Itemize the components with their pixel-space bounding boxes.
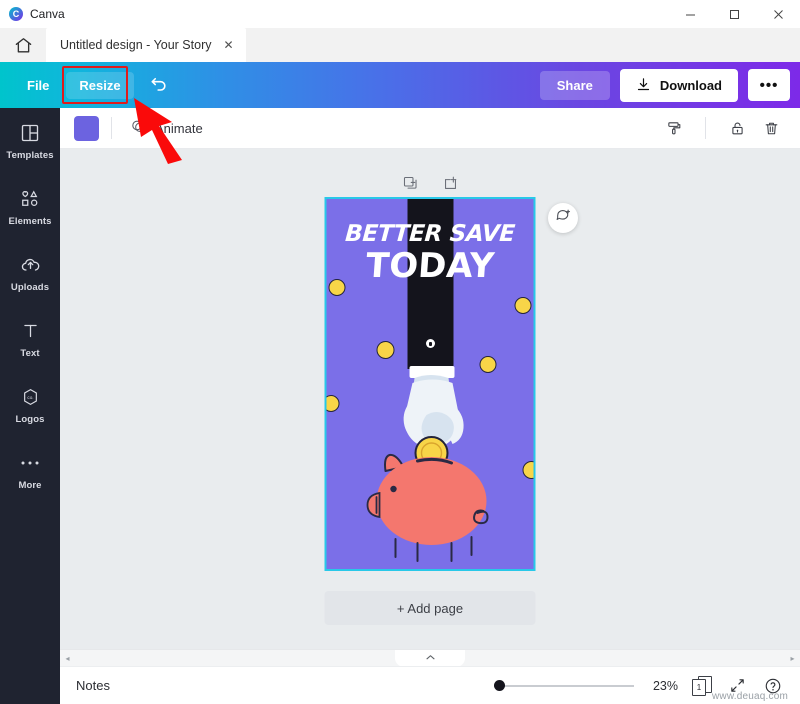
more-icon: [20, 452, 40, 474]
canva-logo-icon: C: [9, 7, 23, 21]
download-label: Download: [660, 79, 722, 92]
page-count-button[interactable]: 1: [692, 676, 712, 696]
page-number-label: 1: [692, 679, 706, 696]
collapse-panel-button[interactable]: [395, 650, 465, 667]
design-headline: BETTER SAVE TODAY: [327, 223, 534, 285]
tab-strip-empty-area: [246, 28, 800, 62]
sidebar-item-label: Templates: [6, 150, 53, 161]
toolbar-left-group: File Resize: [0, 70, 176, 100]
comment-button[interactable]: [548, 203, 578, 233]
window-controls: [668, 0, 800, 28]
tab-close-icon[interactable]: ✕: [223, 39, 233, 51]
minimize-button[interactable]: [668, 0, 712, 28]
design-canvas[interactable]: BETTER SAVE TODAY: [325, 197, 536, 571]
text-icon: [21, 320, 40, 342]
canvas-workspace: BETTER SAVE TODAY: [60, 149, 800, 649]
logos-icon: co.: [20, 386, 41, 408]
animate-label: Animate: [155, 121, 203, 136]
bottom-status-bar: Notes 23% 1: [60, 666, 800, 704]
design-artwork: BETTER SAVE TODAY: [327, 199, 534, 569]
download-button[interactable]: Download: [620, 69, 738, 102]
scrollbar-track[interactable]: [75, 650, 785, 667]
lock-icon[interactable]: [722, 113, 752, 143]
sidebar-item-uploads[interactable]: Uploads: [0, 240, 60, 306]
piggy-bank-illustration: [355, 435, 505, 563]
elements-icon: [19, 188, 41, 210]
headline-line-2: TODAY: [327, 249, 534, 285]
horizontal-scrollbar[interactable]: ◂ ▸: [60, 649, 800, 666]
sidebar-item-elements[interactable]: Elements: [0, 174, 60, 240]
scroll-left-arrow[interactable]: ◂: [60, 654, 75, 663]
toolbar-right-group: Share Download •••: [540, 62, 790, 108]
home-icon[interactable]: [0, 28, 46, 62]
duplicate-page-icon[interactable]: [400, 173, 420, 193]
window-title-bar: C Canva: [0, 0, 800, 28]
undo-icon[interactable]: [142, 70, 176, 100]
sidebar-item-templates[interactable]: Templates: [0, 108, 60, 174]
zoom-slider-handle[interactable]: [494, 680, 505, 691]
element-toolbar-actions: [659, 113, 786, 143]
animate-icon: [130, 118, 147, 138]
toolbar-divider: [111, 117, 112, 139]
maximize-button[interactable]: [712, 0, 756, 28]
chevron-up-icon: [425, 653, 436, 663]
tab-untitled-design[interactable]: Untitled design - Your Story ✕: [46, 28, 246, 62]
sidebar-item-label: Logos: [16, 414, 45, 425]
file-menu-button[interactable]: File: [14, 72, 62, 99]
watermark-label: www.deuaq.com: [712, 691, 788, 702]
zoom-slider-track: [494, 685, 634, 687]
templates-icon: [20, 122, 40, 144]
app-name-label: Canva: [30, 7, 65, 21]
animate-button[interactable]: Animate: [124, 113, 209, 143]
uploads-icon: [20, 254, 41, 276]
add-page-icon[interactable]: [440, 173, 460, 193]
sidebar-item-more[interactable]: More: [0, 438, 60, 504]
left-sidebar: Templates Elements Uploads: [0, 108, 60, 704]
close-button[interactable]: [756, 0, 800, 28]
page-tools: [400, 173, 460, 193]
tab-title: Untitled design - Your Story: [60, 38, 211, 52]
resize-button[interactable]: Resize: [66, 72, 133, 99]
color-swatch-button[interactable]: [74, 116, 99, 141]
sidebar-item-label: Text: [20, 348, 39, 359]
trash-icon[interactable]: [756, 113, 786, 143]
svg-text:co.: co.: [27, 394, 33, 399]
toolbar-divider-2: [705, 117, 706, 139]
element-toolbar: Animate: [60, 108, 800, 149]
scroll-right-arrow[interactable]: ▸: [785, 654, 800, 663]
sidebar-item-logos[interactable]: co. Logos: [0, 372, 60, 438]
add-page-button[interactable]: + Add page: [325, 591, 536, 625]
sidebar-item-label: Uploads: [11, 282, 49, 293]
notes-button[interactable]: Notes: [76, 678, 110, 693]
canva-app-window: C Canva Untitled design - Your Story ✕: [0, 0, 800, 704]
zoom-level-label: 23%: [648, 679, 678, 693]
paint-roller-icon[interactable]: [659, 113, 689, 143]
more-options-button[interactable]: •••: [748, 69, 790, 101]
app-brand: C Canva: [0, 7, 65, 21]
headline-line-1: BETTER SAVE: [327, 223, 534, 246]
sidebar-item-label: More: [18, 480, 41, 491]
share-button[interactable]: Share: [540, 71, 610, 100]
tab-strip: Untitled design - Your Story ✕: [0, 28, 800, 62]
download-icon: [636, 77, 651, 94]
sidebar-item-text[interactable]: Text: [0, 306, 60, 372]
comment-icon: [555, 207, 572, 229]
sidebar-item-label: Elements: [8, 216, 51, 227]
zoom-slider[interactable]: [494, 679, 634, 693]
main-toolbar: File Resize Share Download •••: [0, 62, 800, 108]
